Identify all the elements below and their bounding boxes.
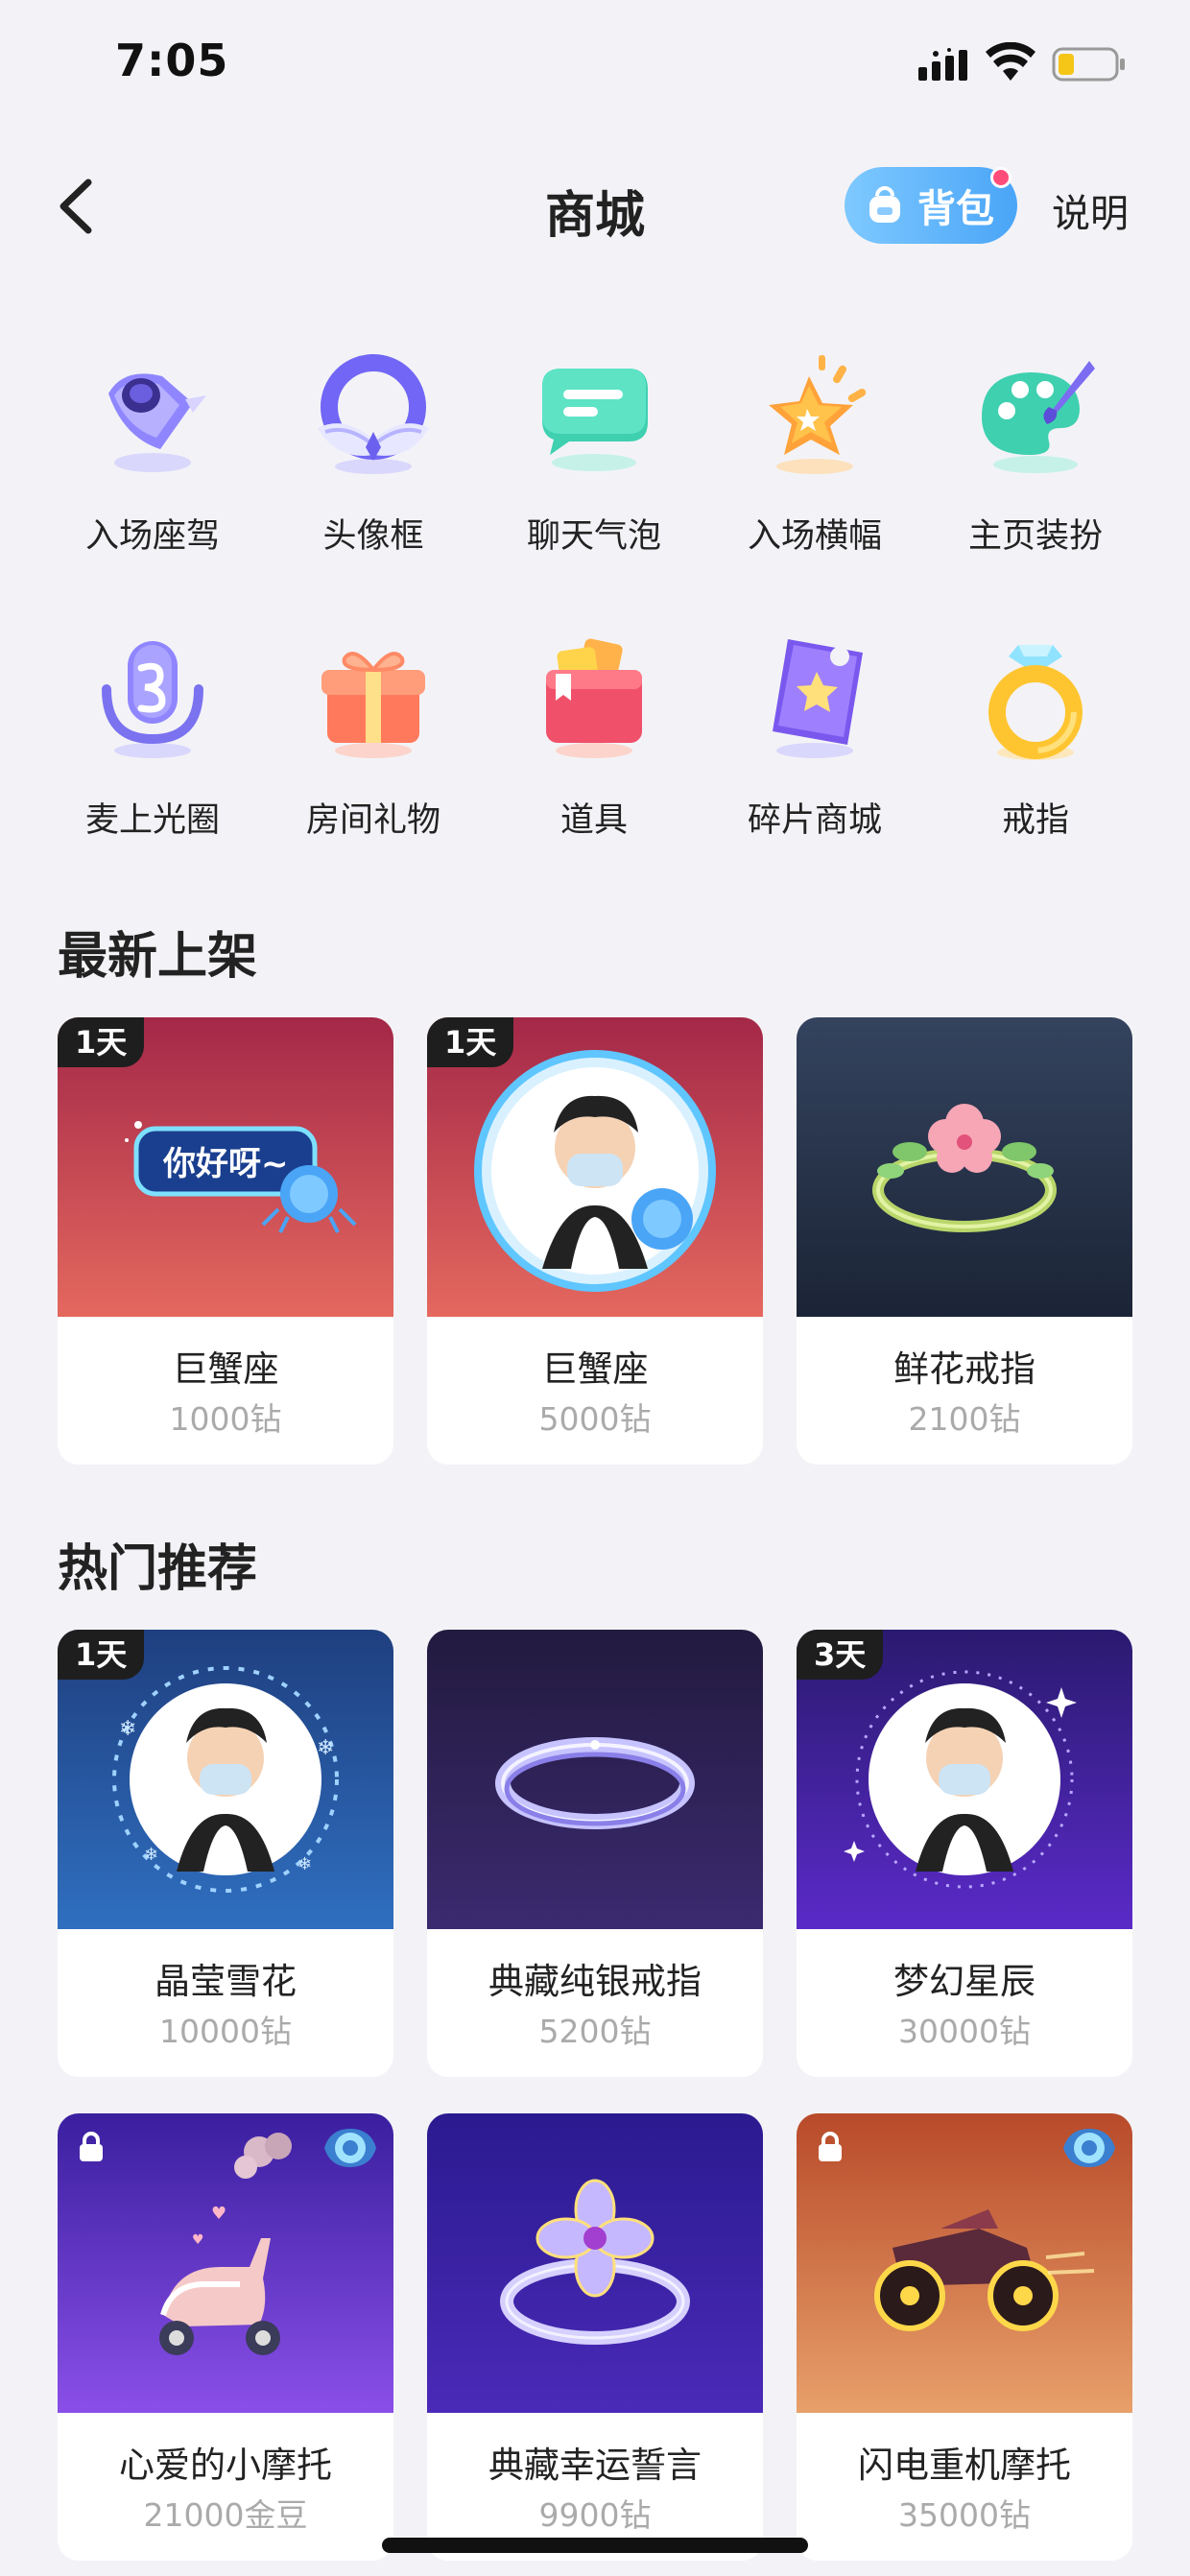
product-price: 21000金豆 xyxy=(143,2496,308,2534)
category-item-fragment-shop[interactable]: 碎片商城 xyxy=(704,632,925,871)
category-item-avatar-frame[interactable]: 头像框 xyxy=(263,347,484,587)
lock-icon xyxy=(819,2132,842,2161)
bubble-text: 你好呀~ xyxy=(162,1145,289,1183)
category-label: 聊天气泡 xyxy=(526,517,661,556)
product-name: 典藏纯银戒指 xyxy=(488,1961,702,2002)
product-name: 巨蟹座 xyxy=(172,1348,279,1390)
product-price: 10000钻 xyxy=(159,2013,292,2050)
section-title-hot: 热门推荐 xyxy=(58,1540,258,1598)
backpack-button[interactable]: 背包 xyxy=(845,167,1017,244)
product-name: 晶莹雪花 xyxy=(155,1961,297,2002)
status-bar: 7:05 xyxy=(0,0,1190,134)
nav-bar: 商城 背包 说明 xyxy=(0,154,1190,259)
home-indicator[interactable] xyxy=(382,2538,808,2553)
category-item-entrance-vehicle[interactable]: 入场座驾 xyxy=(42,347,263,587)
product-price: 5200钻 xyxy=(538,2013,652,2050)
vip-badge-icon xyxy=(1063,2129,1115,2167)
wifi-icon xyxy=(986,42,1035,81)
product-card[interactable]: ❄ ❄ ❄ ❄ 1天 晶莹雪花 10000钻 xyxy=(58,1630,393,2077)
product-name: 心爱的小摩托 xyxy=(119,2445,332,2486)
product-name: 闪电重机摩托 xyxy=(858,2445,1071,2486)
cellular-signal-icon xyxy=(918,48,967,81)
product-card[interactable]: ♥ ♥ 心爱的小摩托 21000金豆 xyxy=(58,2113,393,2561)
backpack-label: 背包 xyxy=(917,187,994,231)
silver-ring-image xyxy=(427,1630,763,1929)
fragment-ticket-icon xyxy=(773,639,863,758)
product-card[interactable]: 闪电重机摩托 35000钻 xyxy=(797,2113,1132,2561)
category-item-ring[interactable]: 戒指 xyxy=(925,632,1146,871)
duration-tag: 3天 xyxy=(797,1630,884,1680)
product-name: 典藏幸运誓言 xyxy=(488,2445,702,2486)
svg-text:❄: ❄ xyxy=(144,1845,158,1865)
product-price: 30000钻 xyxy=(898,2013,1031,2050)
category-item-entrance-banner[interactable]: 入场横幅 xyxy=(704,347,925,587)
section-title-latest: 最新上架 xyxy=(58,928,258,986)
product-card[interactable]: 3天 梦幻星辰 30000钻 xyxy=(797,1630,1132,2077)
flower-ring-image xyxy=(797,1017,1132,1317)
product-card[interactable]: 鲜花戒指 2100钻 xyxy=(797,1017,1132,1465)
category-label: 麦上光圈 xyxy=(84,801,220,840)
category-item-props[interactable]: 道具 xyxy=(484,632,704,871)
duration-tag: 1天 xyxy=(58,1630,145,1680)
category-item-chat-bubble[interactable]: 聊天气泡 xyxy=(484,347,704,587)
category-label: 主页装扮 xyxy=(967,517,1103,556)
product-price: 35000钻 xyxy=(898,2496,1031,2534)
svg-text:♥: ♥ xyxy=(192,2232,204,2248)
chat-bubble-icon xyxy=(542,369,648,471)
category-item-room-gift[interactable]: 房间礼物 xyxy=(263,632,484,871)
category-label: 房间礼物 xyxy=(305,801,440,840)
vip-badge-icon xyxy=(324,2129,376,2167)
svg-text:❄: ❄ xyxy=(298,1854,312,1874)
product-card[interactable]: 1天 巨蟹座 5000钻 xyxy=(427,1017,763,1465)
product-price: 1000钻 xyxy=(169,1400,282,1438)
lock-icon xyxy=(80,2132,103,2161)
category-item-homepage-decor[interactable]: 主页装扮 xyxy=(925,347,1146,587)
product-name: 巨蟹座 xyxy=(541,1348,649,1390)
palette-icon xyxy=(982,361,1095,473)
product-price: 5000钻 xyxy=(538,1400,652,1438)
backpack-icon xyxy=(869,186,900,223)
duration-tag: 1天 xyxy=(58,1017,145,1067)
category-label: 道具 xyxy=(559,801,628,840)
battery-icon xyxy=(1052,47,1125,82)
svg-text:❄: ❄ xyxy=(317,1736,334,1760)
avatar-frame-icon xyxy=(318,354,429,474)
category-label: 入场横幅 xyxy=(747,517,882,556)
product-price: 2100钻 xyxy=(908,1400,1021,1438)
category-label: 入场座驾 xyxy=(84,517,220,556)
clover-ring-image xyxy=(427,2113,763,2413)
microphone-icon xyxy=(102,641,203,758)
help-link[interactable]: 说明 xyxy=(1052,182,1129,238)
gift-icon xyxy=(321,652,425,758)
rocket-icon xyxy=(108,373,206,472)
product-card[interactable]: 典藏幸运誓言 9900钻 xyxy=(427,2113,763,2561)
product-price: 9900钻 xyxy=(538,2496,652,2534)
ring-icon xyxy=(988,645,1083,760)
svg-text:❄: ❄ xyxy=(119,1717,136,1741)
category-label: 碎片商城 xyxy=(747,801,882,840)
category-label: 戒指 xyxy=(1001,801,1069,840)
product-name: 鲜花戒指 xyxy=(893,1348,1035,1390)
status-time: 7:05 xyxy=(115,35,229,86)
category-item-mic-halo[interactable]: 麦上光圈 xyxy=(42,632,263,871)
duration-tag: 1天 xyxy=(427,1017,514,1067)
product-card[interactable]: 典藏纯银戒指 5200钻 xyxy=(427,1630,763,2077)
notification-dot xyxy=(990,167,1012,188)
wallet-icon xyxy=(546,638,642,758)
star-banner-icon xyxy=(769,355,867,474)
svg-text:♥: ♥ xyxy=(211,2204,226,2224)
product-card[interactable]: 你好呀~ 1天 巨蟹座 1000钻 xyxy=(58,1017,393,1465)
product-name: 梦幻星辰 xyxy=(893,1961,1035,2002)
category-label: 头像框 xyxy=(322,517,424,556)
